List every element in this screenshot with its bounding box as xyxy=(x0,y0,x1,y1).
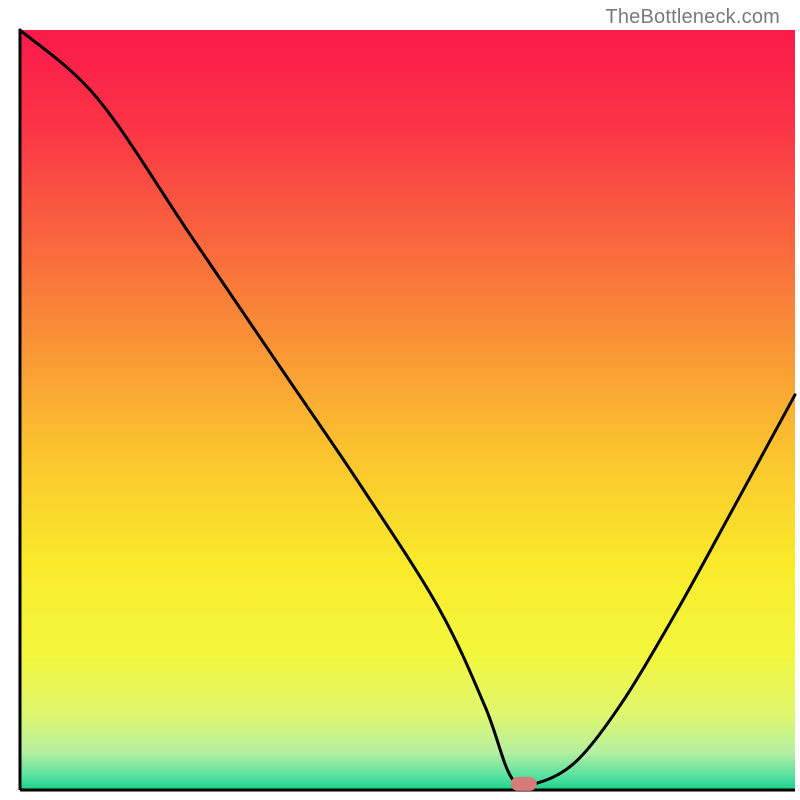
optimal-marker xyxy=(511,777,537,791)
chart-container: TheBottleneck.com xyxy=(0,0,800,800)
attribution-text: TheBottleneck.com xyxy=(605,6,780,29)
bottleneck-chart xyxy=(0,0,800,800)
plot-background xyxy=(20,30,795,790)
